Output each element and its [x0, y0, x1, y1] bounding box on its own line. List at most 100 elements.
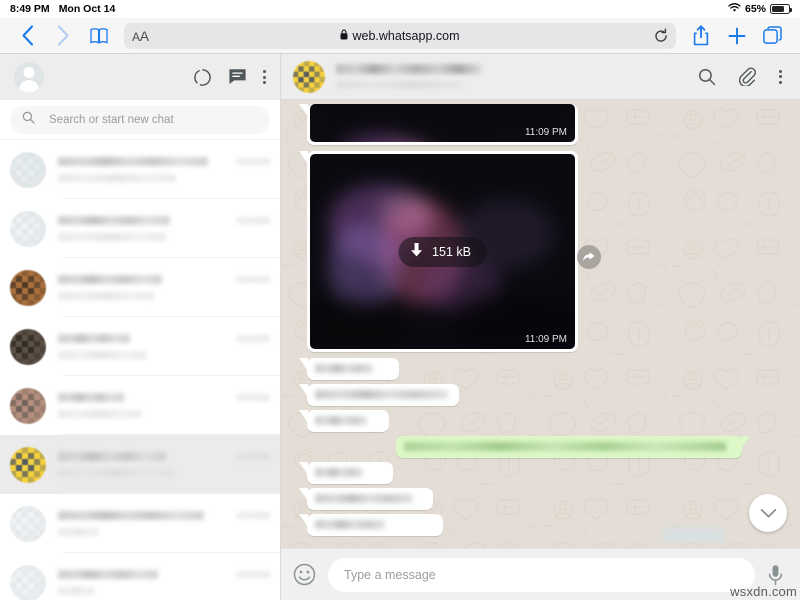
- chat-item-top-row: [58, 511, 270, 520]
- outgoing-text-message[interactable]: [396, 436, 742, 458]
- media-message-clipped[interactable]: 11:09 PM: [307, 104, 578, 145]
- incoming-text-message[interactable]: [307, 384, 459, 406]
- incoming-text-message[interactable]: [307, 462, 393, 484]
- back-button[interactable]: [10, 21, 44, 51]
- faint-highlight-artifact: [663, 528, 725, 542]
- chat-preview-redacted: [58, 469, 174, 477]
- profile-avatar[interactable]: [14, 62, 44, 92]
- chat-preview-redacted: [58, 587, 94, 595]
- new-tab-button[interactable]: [720, 21, 754, 51]
- media-thumbnail[interactable]: 11:09 PM: [310, 104, 575, 142]
- tabs-button[interactable]: [756, 21, 790, 51]
- message-text-redacted: [315, 364, 373, 373]
- battery-icon: [770, 4, 792, 14]
- contact-name-redacted: [336, 64, 482, 74]
- chat-list-item[interactable]: [0, 258, 280, 317]
- message-timestamp: 11:09 PM: [524, 334, 567, 345]
- status-circle-icon[interactable]: [193, 68, 212, 87]
- status-bar-indicators: 65%: [728, 2, 792, 16]
- chat-avatar: [10, 269, 46, 306]
- chat-item-top-row: [58, 275, 270, 284]
- chat-item-body: [46, 275, 280, 300]
- chat-item-top-row: [58, 216, 270, 225]
- chat-item-body: [46, 452, 280, 477]
- chat-name-redacted: [58, 216, 170, 225]
- chat-list[interactable]: [0, 140, 280, 600]
- contact-avatar[interactable]: [293, 60, 325, 93]
- message-area[interactable]: 11:09 PM 151 kB 11:09 PM: [281, 100, 800, 548]
- chat-list-item-selected[interactable]: [0, 435, 280, 494]
- microphone-icon[interactable]: [767, 564, 784, 586]
- address-bar-content: web.whatsapp.com: [124, 29, 676, 43]
- chat-name-redacted: [58, 334, 130, 343]
- chat-list-item[interactable]: [0, 376, 280, 435]
- download-media-button[interactable]: 151 kB: [398, 236, 487, 267]
- overflow-menu-icon[interactable]: [263, 70, 266, 84]
- search-input[interactable]: Search or start new chat: [10, 105, 270, 134]
- chat-list-item[interactable]: [0, 140, 280, 199]
- message-input[interactable]: Type a message: [328, 557, 755, 592]
- message-text-redacted: [315, 520, 385, 529]
- incoming-text-message[interactable]: [307, 514, 443, 536]
- conversation-header[interactable]: [281, 54, 800, 100]
- chat-avatar: [10, 210, 46, 247]
- chat-item-top-row: [58, 334, 270, 343]
- chat-list-item[interactable]: [0, 199, 280, 258]
- share-button[interactable]: [684, 21, 718, 51]
- media-message[interactable]: 151 kB 11:09 PM: [307, 151, 578, 352]
- safari-toolbar: AAAA web.whatsapp.com: [0, 18, 800, 54]
- bookmarks-button[interactable]: [82, 21, 116, 51]
- search-bar-container: Search or start new chat: [0, 100, 280, 140]
- paperclip-icon[interactable]: [738, 67, 757, 86]
- address-bar[interactable]: AAAA web.whatsapp.com: [124, 22, 676, 49]
- download-size-label: 151 kB: [432, 244, 471, 259]
- chat-item-top-row: [58, 157, 270, 166]
- status-bar-time: 8:49 PM: [10, 3, 50, 15]
- forward-button[interactable]: [46, 21, 80, 51]
- message-text-redacted: [315, 416, 367, 425]
- contact-status-redacted: [336, 81, 464, 89]
- chat-list-item[interactable]: [0, 553, 280, 600]
- chat-timestamp-redacted: [236, 335, 270, 342]
- overflow-menu-icon[interactable]: [779, 69, 782, 84]
- incoming-text-message[interactable]: [307, 488, 433, 510]
- ipad-safari-whatsapp-web-screen: 8:49 PM Mon Oct 14 65% AA web.whatsapp.c…: [0, 0, 800, 600]
- chat-item-top-row: [58, 452, 270, 461]
- chat-timestamp-redacted: [236, 571, 270, 578]
- status-bar-date: Mon Oct 14: [58, 3, 116, 15]
- chat-timestamp-redacted: [236, 512, 270, 519]
- chat-timestamp-redacted: [236, 453, 270, 460]
- conversation-header-actions: [698, 67, 782, 86]
- search-icon: [22, 111, 35, 129]
- chat-preview-redacted: [58, 528, 98, 536]
- chat-list-item[interactable]: [0, 317, 280, 376]
- chat-item-top-row: [58, 393, 270, 402]
- message-composer: Type a message: [281, 548, 800, 600]
- chat-item-body: [46, 511, 280, 536]
- chat-name-redacted: [58, 570, 158, 579]
- chat-item-body: [46, 157, 280, 182]
- chat-timestamp-redacted: [236, 394, 270, 401]
- chat-timestamp-redacted: [236, 276, 270, 283]
- forward-arrow-icon[interactable]: [577, 245, 601, 269]
- new-chat-icon[interactable]: [228, 68, 247, 86]
- search-icon[interactable]: [698, 68, 716, 86]
- url-text: web.whatsapp.com: [352, 28, 460, 43]
- incoming-text-message[interactable]: [307, 410, 389, 432]
- message-text-redacted: [404, 442, 726, 451]
- emoji-smiley-icon[interactable]: [293, 563, 316, 586]
- chat-avatar: [10, 564, 46, 600]
- chat-name-redacted: [58, 275, 162, 284]
- chat-preview-redacted: [58, 410, 142, 418]
- chat-name-redacted: [58, 157, 208, 166]
- chat-list-item[interactable]: [0, 494, 280, 553]
- chat-avatar: [10, 151, 46, 188]
- message-timestamp: 11:09 PM: [524, 127, 567, 138]
- incoming-text-message[interactable]: [307, 358, 399, 380]
- media-thumbnail[interactable]: 151 kB 11:09 PM: [310, 154, 575, 349]
- chat-preview-redacted: [58, 174, 176, 182]
- whatsapp-web-app: Search or start new chat 11:09 PM 151 kB…: [0, 54, 800, 600]
- download-arrow-icon: [409, 242, 423, 261]
- scroll-to-bottom-button[interactable]: [749, 494, 787, 532]
- search-placeholder: Search or start new chat: [49, 113, 174, 126]
